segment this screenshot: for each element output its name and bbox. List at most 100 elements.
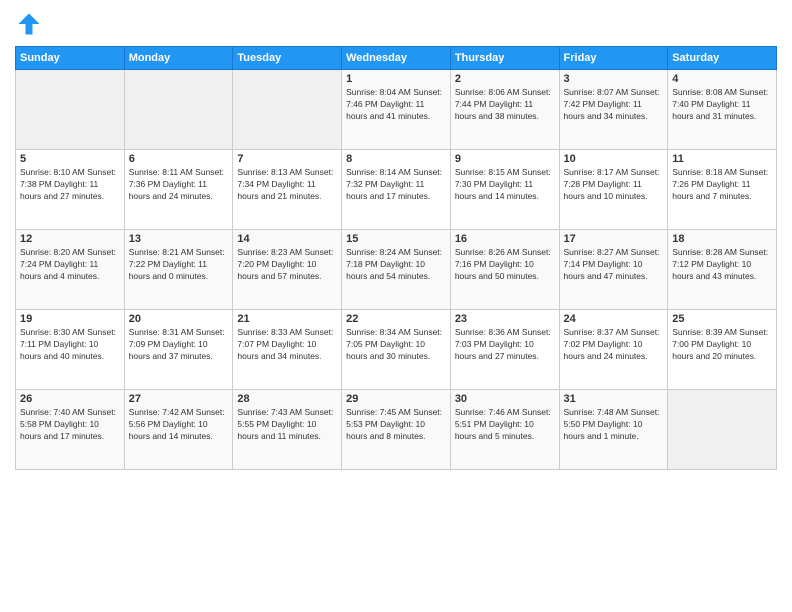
day-info: Sunrise: 7:40 AM Sunset: 5:58 PM Dayligh… — [20, 407, 120, 443]
table-cell: 11 Sunrise: 8:18 AM Sunset: 7:26 PM Dayli… — [668, 150, 777, 230]
table-cell — [668, 390, 777, 470]
week-row-0: 1 Sunrise: 8:04 AM Sunset: 7:46 PM Daylig… — [16, 70, 777, 150]
day-info: Sunrise: 8:30 AM Sunset: 7:11 PM Dayligh… — [20, 327, 120, 363]
week-row-4: 26 Sunrise: 7:40 AM Sunset: 5:58 PM Dayli… — [16, 390, 777, 470]
day-info: Sunrise: 7:46 AM Sunset: 5:51 PM Dayligh… — [455, 407, 555, 443]
day-info: Sunrise: 8:27 AM Sunset: 7:14 PM Dayligh… — [564, 247, 664, 283]
day-number: 17 — [564, 233, 664, 245]
day-info: Sunrise: 8:11 AM Sunset: 7:36 PM Dayligh… — [129, 167, 229, 203]
table-cell: 27 Sunrise: 7:42 AM Sunset: 5:56 PM Dayli… — [124, 390, 233, 470]
day-info: Sunrise: 8:33 AM Sunset: 7:07 PM Dayligh… — [237, 327, 337, 363]
table-cell: 13Sunrise: 8:21 AM Sunset: 7:22 PM Dayli… — [124, 230, 233, 310]
day-number: 14 — [237, 233, 337, 245]
table-cell: 17 Sunrise: 8:27 AM Sunset: 7:14 PM Dayli… — [559, 230, 668, 310]
day-number: 25 — [672, 313, 772, 325]
table-cell: 18 Sunrise: 8:28 AM Sunset: 7:12 PM Dayli… — [668, 230, 777, 310]
col-sunday: Sunday — [16, 47, 125, 70]
day-number: 12 — [20, 233, 120, 245]
day-number: 7 — [237, 153, 337, 165]
day-number: 10 — [564, 153, 664, 165]
day-info: Sunrise: 8:21 AM Sunset: 7:22 PM Dayligh… — [129, 247, 229, 283]
logo-icon — [15, 10, 43, 38]
day-number: 31 — [564, 393, 664, 405]
day-number: 4 — [672, 73, 772, 85]
day-number: 22 — [346, 313, 446, 325]
week-row-1: 5 Sunrise: 8:10 AM Sunset: 7:38 PM Daylig… — [16, 150, 777, 230]
day-info: Sunrise: 8:06 AM Sunset: 7:44 PM Dayligh… — [455, 87, 555, 123]
table-cell: 28 Sunrise: 7:43 AM Sunset: 5:55 PM Dayli… — [233, 390, 342, 470]
day-info: Sunrise: 8:10 AM Sunset: 7:38 PM Dayligh… — [20, 167, 120, 203]
day-number: 8 — [346, 153, 446, 165]
table-cell: 3 Sunrise: 8:07 AM Sunset: 7:42 PM Daylig… — [559, 70, 668, 150]
table-cell: 1 Sunrise: 8:04 AM Sunset: 7:46 PM Daylig… — [342, 70, 451, 150]
col-friday: Friday — [559, 47, 668, 70]
day-info: Sunrise: 8:13 AM Sunset: 7:34 PM Dayligh… — [237, 167, 337, 203]
day-number: 18 — [672, 233, 772, 245]
day-number: 24 — [564, 313, 664, 325]
day-info: Sunrise: 8:14 AM Sunset: 7:32 PM Dayligh… — [346, 167, 446, 203]
table-cell — [124, 70, 233, 150]
day-info: Sunrise: 8:07 AM Sunset: 7:42 PM Dayligh… — [564, 87, 664, 123]
day-number: 29 — [346, 393, 446, 405]
table-cell: 5 Sunrise: 8:10 AM Sunset: 7:38 PM Daylig… — [16, 150, 125, 230]
table-cell: 10 Sunrise: 8:17 AM Sunset: 7:28 PM Dayli… — [559, 150, 668, 230]
col-saturday: Saturday — [668, 47, 777, 70]
header — [15, 10, 777, 38]
day-number: 27 — [129, 393, 229, 405]
table-cell: 23 Sunrise: 8:36 AM Sunset: 7:03 PM Dayli… — [450, 310, 559, 390]
day-number: 20 — [129, 313, 229, 325]
day-number: 19 — [20, 313, 120, 325]
day-number: 16 — [455, 233, 555, 245]
table-cell: 7 Sunrise: 8:13 AM Sunset: 7:34 PM Daylig… — [233, 150, 342, 230]
day-info: Sunrise: 8:36 AM Sunset: 7:03 PM Dayligh… — [455, 327, 555, 363]
table-cell: 6 Sunrise: 8:11 AM Sunset: 7:36 PM Daylig… — [124, 150, 233, 230]
col-monday: Monday — [124, 47, 233, 70]
table-cell: 14Sunrise: 8:23 AM Sunset: 7:20 PM Dayli… — [233, 230, 342, 310]
day-info: Sunrise: 8:04 AM Sunset: 7:46 PM Dayligh… — [346, 87, 446, 123]
table-cell: 12Sunrise: 8:20 AM Sunset: 7:24 PM Dayli… — [16, 230, 125, 310]
table-cell: 19 Sunrise: 8:30 AM Sunset: 7:11 PM Dayli… — [16, 310, 125, 390]
day-number: 3 — [564, 73, 664, 85]
day-number: 1 — [346, 73, 446, 85]
col-thursday: Thursday — [450, 47, 559, 70]
logo — [15, 10, 47, 38]
day-info: Sunrise: 7:43 AM Sunset: 5:55 PM Dayligh… — [237, 407, 337, 443]
table-cell: 4 Sunrise: 8:08 AM Sunset: 7:40 PM Daylig… — [668, 70, 777, 150]
table-cell — [233, 70, 342, 150]
day-info: Sunrise: 7:45 AM Sunset: 5:53 PM Dayligh… — [346, 407, 446, 443]
week-row-3: 19 Sunrise: 8:30 AM Sunset: 7:11 PM Dayli… — [16, 310, 777, 390]
day-info: Sunrise: 8:28 AM Sunset: 7:12 PM Dayligh… — [672, 247, 772, 283]
table-cell: 24 Sunrise: 8:37 AM Sunset: 7:02 PM Dayli… — [559, 310, 668, 390]
day-info: Sunrise: 8:31 AM Sunset: 7:09 PM Dayligh… — [129, 327, 229, 363]
col-tuesday: Tuesday — [233, 47, 342, 70]
day-number: 30 — [455, 393, 555, 405]
table-cell: 2 Sunrise: 8:06 AM Sunset: 7:44 PM Daylig… — [450, 70, 559, 150]
day-number: 23 — [455, 313, 555, 325]
day-info: Sunrise: 8:37 AM Sunset: 7:02 PM Dayligh… — [564, 327, 664, 363]
table-cell — [16, 70, 125, 150]
day-info: Sunrise: 8:26 AM Sunset: 7:16 PM Dayligh… — [455, 247, 555, 283]
day-info: Sunrise: 8:17 AM Sunset: 7:28 PM Dayligh… — [564, 167, 664, 203]
day-info: Sunrise: 7:42 AM Sunset: 5:56 PM Dayligh… — [129, 407, 229, 443]
table-cell: 22Sunrise: 8:34 AM Sunset: 7:05 PM Dayli… — [342, 310, 451, 390]
table-cell: 21Sunrise: 8:33 AM Sunset: 7:07 PM Dayli… — [233, 310, 342, 390]
day-info: Sunrise: 8:18 AM Sunset: 7:26 PM Dayligh… — [672, 167, 772, 203]
table-cell: 20 Sunrise: 8:31 AM Sunset: 7:09 PM Dayli… — [124, 310, 233, 390]
col-wednesday: Wednesday — [342, 47, 451, 70]
table-cell: 26 Sunrise: 7:40 AM Sunset: 5:58 PM Dayli… — [16, 390, 125, 470]
day-number: 11 — [672, 153, 772, 165]
day-number: 6 — [129, 153, 229, 165]
week-row-2: 12Sunrise: 8:20 AM Sunset: 7:24 PM Dayli… — [16, 230, 777, 310]
day-number: 2 — [455, 73, 555, 85]
day-info: Sunrise: 8:08 AM Sunset: 7:40 PM Dayligh… — [672, 87, 772, 123]
table-cell: 15Sunrise: 8:24 AM Sunset: 7:18 PM Dayli… — [342, 230, 451, 310]
day-info: Sunrise: 8:15 AM Sunset: 7:30 PM Dayligh… — [455, 167, 555, 203]
table-cell: 30 Sunrise: 7:46 AM Sunset: 5:51 PM Dayli… — [450, 390, 559, 470]
page: Sunday Monday Tuesday Wednesday Thursday… — [0, 0, 792, 612]
day-number: 28 — [237, 393, 337, 405]
day-number: 9 — [455, 153, 555, 165]
day-number: 26 — [20, 393, 120, 405]
table-cell: 25Sunrise: 8:39 AM Sunset: 7:00 PM Dayli… — [668, 310, 777, 390]
table-cell: 8 Sunrise: 8:14 AM Sunset: 7:32 PM Daylig… — [342, 150, 451, 230]
day-number: 5 — [20, 153, 120, 165]
